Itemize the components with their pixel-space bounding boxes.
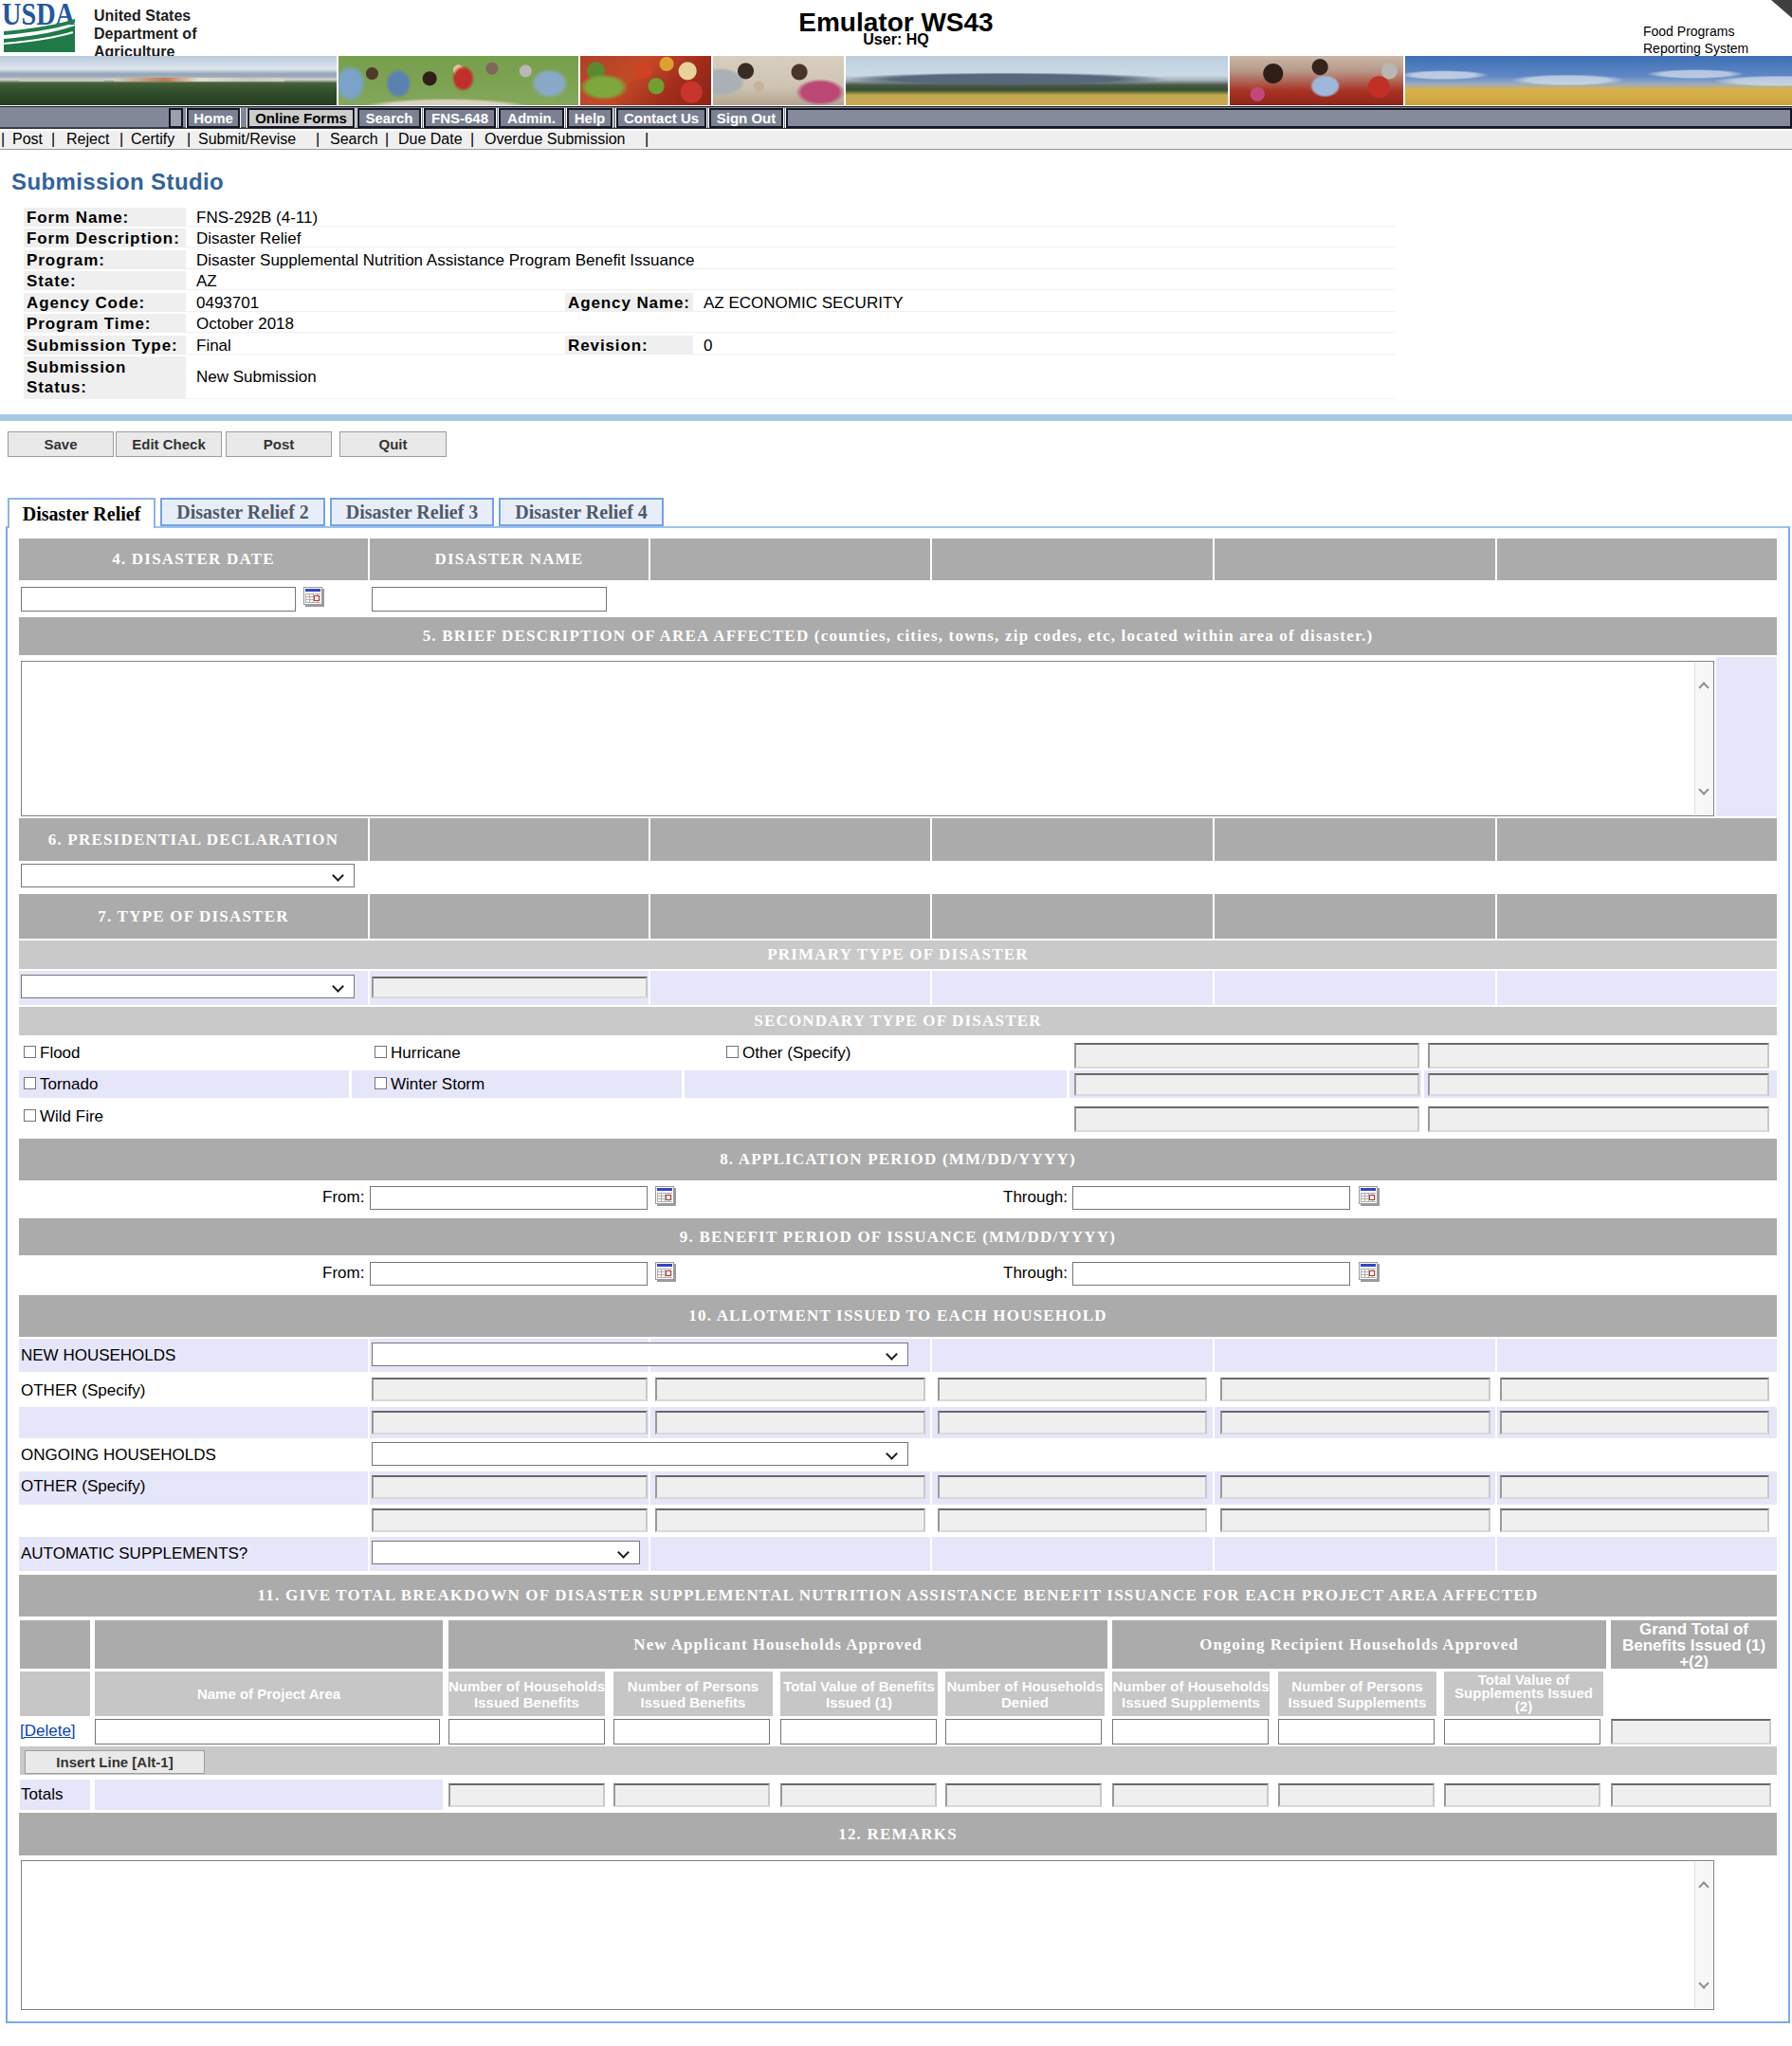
svg-text:USDA: USDA bbox=[2, 1, 75, 31]
